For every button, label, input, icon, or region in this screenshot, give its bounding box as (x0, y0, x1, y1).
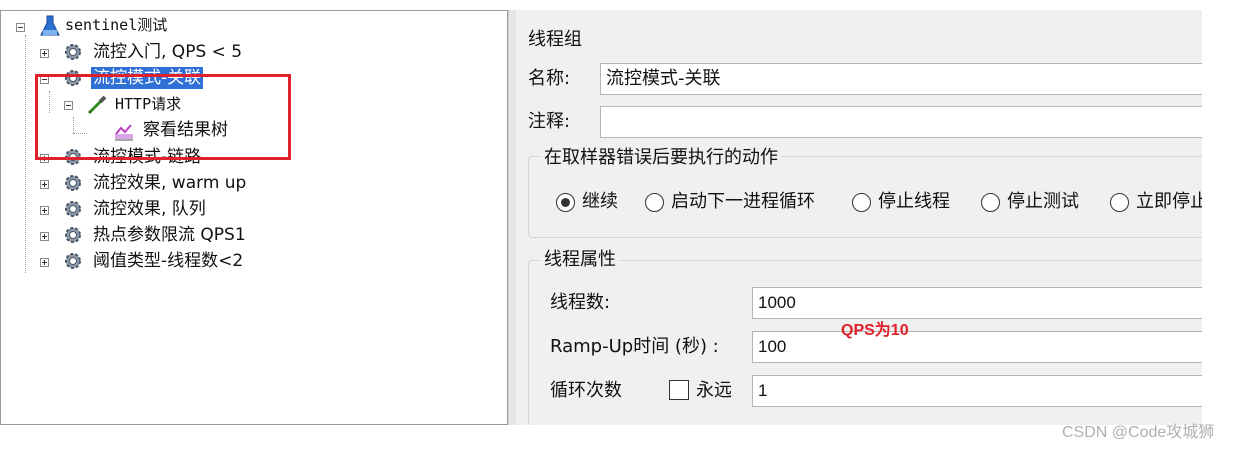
tree-item[interactable]: 流控效果, warm up (1, 171, 301, 197)
expand-toggle[interactable] (40, 232, 49, 241)
radio-stop-now[interactable] (1110, 193, 1129, 212)
tree-item-label: 流控效果, 队列 (93, 199, 206, 219)
collapse-toggle[interactable] (16, 23, 25, 32)
watermark: CSDN @Code攻城狮 (1062, 424, 1215, 441)
loop-count-field[interactable]: 1 (752, 375, 1202, 407)
threads-label: 线程数: (550, 292, 611, 313)
comment-label: 注释: (528, 111, 571, 132)
rampup-label: Ramp-Up时间 (秒) : (550, 336, 719, 357)
gear-icon (62, 172, 84, 194)
radio-continue[interactable] (556, 193, 575, 212)
comment-field[interactable] (600, 106, 1202, 138)
expand-toggle[interactable] (40, 49, 49, 58)
radio-next-loop-label: 启动下一进程循环 (671, 191, 815, 212)
gear-icon (62, 41, 84, 63)
test-plan-tree[interactable]: sentinel测试 流控入门, QPS < 5 流控模式-关联 HTTP请求 … (0, 10, 508, 425)
expand-toggle[interactable] (40, 258, 49, 267)
name-field[interactable]: 流控模式-关联 (600, 63, 1202, 95)
tree-item[interactable]: 流控入门, QPS < 5 (1, 40, 301, 66)
name-label: 名称: (528, 68, 571, 89)
radio-stop-now-label: 立即停止 (1136, 191, 1202, 212)
tree-item[interactable]: 阈值类型-线程数<2 (1, 249, 301, 275)
tree-item-label: 流控效果, warm up (93, 173, 247, 193)
rampup-field[interactable]: 100 (752, 331, 1202, 363)
tree-item-label: 热点参数限流 QPS1 (93, 225, 246, 245)
split-pane-divider[interactable] (508, 10, 516, 425)
threads-field[interactable]: 1000 (752, 287, 1202, 319)
tree-item[interactable]: 流控效果, 队列 (1, 197, 301, 223)
forever-label: 永远 (696, 380, 732, 401)
radio-stop-test-label: 停止测试 (1007, 191, 1079, 212)
radio-next-loop[interactable] (645, 193, 664, 212)
radio-stop-thread-label: 停止线程 (878, 191, 950, 212)
flask-icon (39, 14, 61, 36)
highlight-box (35, 74, 291, 160)
expand-toggle[interactable] (40, 206, 49, 215)
tree-root[interactable]: sentinel测试 (1, 14, 301, 40)
tree-item[interactable]: 热点参数限流 QPS1 (1, 223, 301, 249)
gear-icon (62, 250, 84, 272)
tree-item-label: 阈值类型-线程数<2 (93, 251, 244, 271)
qps-annotation: QPS为10 (841, 322, 909, 339)
thread-props-title: 线程属性 (540, 248, 620, 272)
expand-toggle[interactable] (40, 180, 49, 189)
tree-root-label: sentinel测试 (65, 16, 168, 34)
gear-icon (62, 198, 84, 220)
radio-continue-label: 继续 (582, 191, 618, 212)
tree-item-label: 流控入门, QPS < 5 (93, 42, 243, 62)
radio-stop-thread[interactable] (852, 193, 871, 212)
thread-group-panel: 线程组 名称: 流控模式-关联 注释: 在取样器错误后要执行的动作 继续 启动下… (516, 10, 1202, 425)
forever-checkbox[interactable] (669, 380, 689, 400)
error-action-title: 在取样器错误后要执行的动作 (540, 146, 782, 170)
panel-title: 线程组 (528, 29, 582, 50)
gear-icon (62, 224, 84, 246)
loop-label: 循环次数 (550, 380, 622, 401)
radio-stop-test[interactable] (981, 193, 1000, 212)
